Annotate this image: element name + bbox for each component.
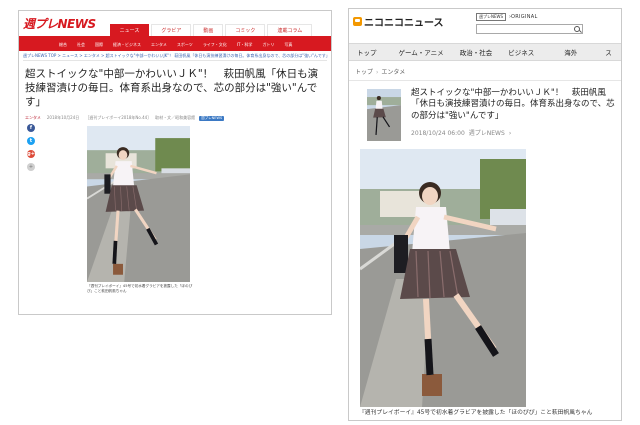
article-body: f t g+ + 『週刊プレイボーイ』45号で初水着グラビアを披露した「ほのぴぴ… (19, 124, 331, 314)
subnav-item-photo[interactable]: 写真 (284, 42, 292, 48)
search-input[interactable] (476, 24, 583, 34)
breadcrumb-separator: › (376, 69, 379, 76)
more-share-icon[interactable]: + (27, 163, 35, 171)
tab-gravure[interactable]: グラビア (151, 24, 192, 36)
photo-girl-balancing (87, 126, 190, 282)
search-icon[interactable] (574, 26, 580, 32)
article-meta: 2018/10/24 06:00 週プレNEWS › (411, 128, 515, 137)
article-title: 超ストイックな"中部一かわいいＪＫ"！ 萩田帆風「休日も演技練習漬けの毎日。体育… (411, 88, 615, 121)
article-meta: エンタメ 2018年10月24日 ［週刊プレイボーイ2018年No.44］ 取材… (19, 114, 331, 124)
weekly-playboy-news-page: 週プレNEWS ニュース グラビア 動画 コミック 連載コラム 総合 社会 国際… (18, 10, 332, 315)
publish-date: 2018/10/24 06:00 (411, 130, 465, 137)
nav-item-top[interactable]: トップ (357, 47, 377, 57)
source-badge[interactable]: 週プレNEWS (199, 115, 225, 121)
subnav-item-it[interactable]: IT・科学 (237, 42, 253, 48)
nav-item-more[interactable]: ス (605, 47, 612, 57)
publish-date: 2018年10月24日 (46, 115, 80, 120)
breadcrumb-entertainment[interactable]: エンタメ (381, 69, 405, 76)
partner-logo: 週プレNEWS (476, 13, 507, 21)
article-thumbnail[interactable] (367, 89, 401, 141)
tab-column[interactable]: 連載コラム (267, 24, 313, 36)
subnav-item-life[interactable]: ライフ・文化 (203, 42, 227, 48)
tab-comic[interactable]: コミック (225, 24, 266, 36)
site-logo[interactable]: 週プレNEWS (23, 15, 96, 32)
subnav-item-entertainment[interactable]: エンタメ (151, 42, 167, 48)
category-label[interactable]: エンタメ (25, 115, 41, 121)
author-text: 取材・文／昭和美容館 (155, 115, 196, 120)
facebook-share-icon[interactable]: f (27, 124, 35, 132)
source-label[interactable]: 週プレNEWS (469, 130, 505, 137)
nav-item-game-anime[interactable]: ゲーム・アニメ (399, 47, 444, 57)
subnav-item-international[interactable]: 国際 (95, 42, 103, 48)
share-buttons: f t g+ + (27, 124, 37, 176)
screenshot-canvas: 週プレNEWS ニュース グラビア 動画 コミック 連載コラム 総合 社会 国際… (0, 0, 640, 425)
niconico-news-page: ニコニコニュース 週プレNEWS › ORIGINAL トップ ゲーム・アニメ … (348, 8, 622, 421)
nav-item-politics-society[interactable]: 政治・社会 (460, 47, 493, 57)
breadcrumb-top[interactable]: トップ (355, 69, 373, 76)
tab-video[interactable]: 動画 (193, 24, 224, 36)
subnav-item-business[interactable]: 経済・ビジネス (113, 42, 141, 48)
photo-caption: 『週刊プレイボーイ』45号で初水着グラビアを披露した「ほのぴぴ」こと萩田帆風ちゃ… (359, 410, 593, 416)
site-header: ニコニコニュース 週プレNEWS › ORIGINAL (349, 9, 621, 39)
partner-label[interactable]: 週プレNEWS › ORIGINAL (476, 13, 538, 21)
photo-caption: 『週刊プレイボーイ』45号で初水着グラビアを披露した「ほのぴぴ」こと萩田帆風ちゃ… (87, 284, 193, 293)
article-photo[interactable] (87, 126, 190, 282)
subnav-item-sports[interactable]: スポーツ (177, 42, 193, 48)
breadcrumb[interactable]: 週プレNEWS TOP > ニュース > エンタメ > 超ストイックな"中部一か… (19, 51, 331, 60)
site-logo-text: ニコニコニュース (364, 18, 444, 29)
main-tabs: ニュース グラビア 動画 コミック 連載コラム (109, 24, 315, 36)
google-plus-share-icon[interactable]: g+ (27, 150, 35, 158)
chevron-right-icon: › (508, 130, 512, 137)
twitter-share-icon[interactable]: t (27, 137, 35, 145)
subnav-item-general[interactable]: 総合 (59, 42, 67, 48)
tab-news[interactable]: ニュース (109, 24, 150, 36)
photo-girl-balancing (360, 149, 526, 407)
subnav-item-gatori[interactable]: ガトリ (262, 42, 274, 48)
category-nav: トップ ゲーム・アニメ 政治・社会 ビジネス 海外 ス (349, 43, 621, 61)
divider (349, 80, 621, 81)
original-label: ORIGINAL (511, 14, 538, 20)
subnav-item-society[interactable]: 社会 (77, 42, 85, 48)
thumbnail-girl-balancing (367, 89, 401, 141)
article-title: 超ストイックな"中部一かわいいＪＫ"！ 萩田帆風「休日も演技練習漬けの毎日。体育… (25, 68, 319, 108)
article-photo[interactable] (360, 149, 526, 407)
nav-item-overseas[interactable]: 海外 (564, 47, 577, 57)
sub-navigation: 総合 社会 国際 経済・ビジネス エンタメ スポーツ ライフ・文化 IT・科学 … (19, 39, 331, 51)
niconico-tv-icon (353, 17, 362, 26)
breadcrumb: トップ › エンタメ (355, 67, 405, 76)
nav-item-business[interactable]: ビジネス (508, 47, 534, 57)
site-header: 週プレNEWS ニュース グラビア 動画 コミック 連載コラム (19, 11, 331, 39)
credit-text: ［週刊プレイボーイ2018年No.44］ (85, 115, 152, 120)
